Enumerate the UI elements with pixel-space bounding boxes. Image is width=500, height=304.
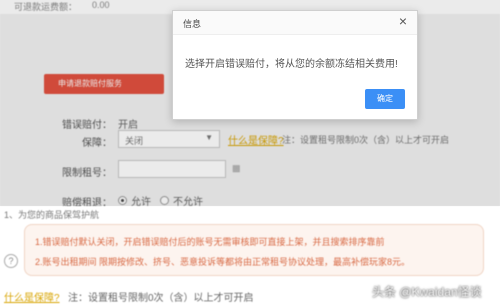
watermark: 头条 @Kwaidan怪谈 [372,285,482,299]
bottom-what-is-guarantee-link[interactable]: 什么是保障? [4,289,60,304]
bottom-note: 注：设置租号限制0次（含）以上才可开启 [68,293,254,304]
confirm-button[interactable]: 确定 [365,89,405,109]
info-dialog: 信息 × 选择开启错误赔付，将从您的余额冻结相关费用! 确定 [172,10,418,120]
dialog-message: 选择开启错误赔付，将从您的余额冻结相关费用! [185,59,398,70]
question-icon: ? [4,254,18,268]
dialog-header: 信息 × [173,11,417,35]
tips-box: 1.错误赔付默认关闭，开启错误赔付后的账号无需审核即可直接上架，并且搜索排序靠前… [24,224,484,276]
tip-line-2: 2.账号出租期间 限期按修改、挤号、恶意投诉等都将由正常租号协议处理，最高补偿玩… [35,257,411,267]
section-title: 1、为您的商品保驾护航 [4,210,100,220]
dialog-title: 信息 [183,19,202,29]
tip-line-1: 1.错误赔付默认关闭，开启错误赔付后的账号无需审核即可直接上架，并且搜索排序靠前 [35,237,385,247]
close-icon[interactable]: × [399,13,407,29]
